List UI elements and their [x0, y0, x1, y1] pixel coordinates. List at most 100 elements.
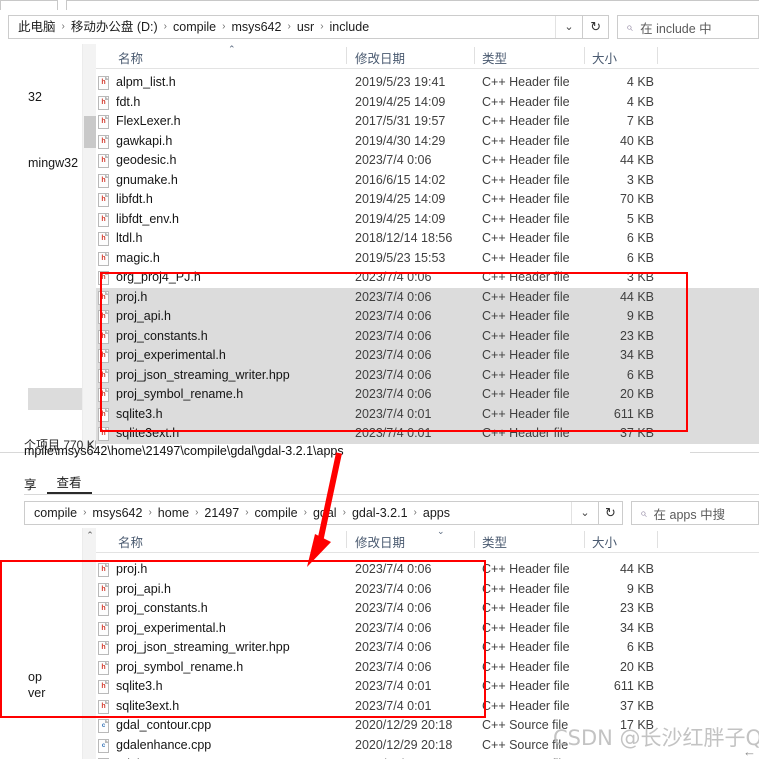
column-divider[interactable] [474, 47, 475, 64]
file-name: sqlite3ext.h [116, 426, 180, 440]
chevron-down-icon[interactable]: ⌄ [571, 502, 598, 524]
table-row[interactable]: h sqlite3.h 2023/7/4 0:01 C++ Header file 61… [96, 404, 759, 424]
file-type: C++ Header file [482, 620, 570, 635]
nav-scrollbar-thumb[interactable] [84, 116, 96, 148]
file-name: ltdl.h [116, 231, 143, 245]
file-type: C++ Header file [482, 309, 570, 323]
file-modified-date: 2023/7/4 0:06 [355, 328, 432, 343]
column-header-name[interactable]: 名称 [118, 532, 143, 551]
file-size: 6 KB [626, 250, 654, 265]
table-row[interactable]: h gawkapi.h 2019/4/30 14:29 C++ Header file… [96, 132, 759, 152]
table-row[interactable]: h proj_symbol_rename.h 2023/7/4 0:06 C++ He… [96, 385, 759, 405]
table-row[interactable]: h libfdt_env.h 2019/4/25 14:09 C++ Header f… [96, 210, 759, 230]
column-divider[interactable] [474, 531, 475, 548]
column-header-date[interactable]: 修改日期 [355, 532, 405, 551]
column-header-type[interactable]: 类型 [482, 532, 507, 551]
table-row[interactable]: h FlexLexer.h 2017/5/31 19:57 C++ Header fi… [96, 112, 759, 132]
breadcrumb-item-7[interactable]: apps [422, 502, 451, 524]
nav-fragment-0[interactable]: 32 [28, 90, 42, 104]
breadcrumb-item-1[interactable]: msys642 [91, 502, 143, 524]
nav-fragment-1[interactable]: ver [28, 686, 45, 700]
nav-fragment-1[interactable]: mingw32 [28, 156, 78, 170]
chevron-up-icon[interactable]: ⌃ [83, 528, 97, 542]
table-row[interactable]: h proj.h 2023/7/4 0:06 C++ Header file 44 KB [96, 287, 759, 307]
table-row[interactable]: h proj_experimental.h 2023/7/4 0:06 C++ Hea… [96, 619, 759, 639]
file-type: C++ Header file [482, 192, 570, 206]
table-row[interactable]: h proj_symbol_rename.h 2023/7/4 0:06 C++ He… [96, 658, 759, 678]
table-row[interactable]: h alpm_list.h 2019/5/23 19:41 C++ Header fi… [96, 73, 759, 93]
column-divider[interactable] [346, 531, 347, 548]
table-row[interactable]: h gnumake.h 2016/6/15 14:02 C++ Header file… [96, 171, 759, 191]
header-file-icon: h [98, 232, 109, 246]
table-row[interactable]: h ltdl.h 2018/12/14 18:56 C++ Header file 6 … [96, 229, 759, 249]
table-row[interactable]: h geodesic.h 2023/7/4 0:06 C++ Header file 4… [96, 151, 759, 171]
file-size: 6 KB [626, 640, 654, 654]
column-divider[interactable] [346, 47, 347, 64]
table-row[interactable]: h proj_constants.h 2023/7/4 0:06 C++ Header… [96, 326, 759, 346]
file-type: C++ Header file [482, 270, 570, 284]
breadcrumb-item-5[interactable]: include [329, 16, 371, 38]
column-divider[interactable] [584, 531, 585, 548]
column-header-date[interactable]: 修改日期 [355, 48, 405, 67]
breadcrumb-item-0[interactable]: 此电脑 [17, 16, 57, 38]
nav-scrollbar-top[interactable]: ⌄ [82, 44, 97, 448]
column-header-size[interactable]: 大小 [592, 532, 617, 551]
table-row[interactable]: h proj_api.h 2023/7/4 0:06 C++ Header file 9… [96, 580, 759, 600]
breadcrumb-item-2[interactable]: compile [172, 16, 217, 38]
breadcrumb-top[interactable]: 此电脑 › 移动办公盘 (D:) › compile › msys642 › u… [8, 15, 583, 39]
breadcrumb-bottom[interactable]: compile › msys642 › home › 21497 › compi… [24, 501, 599, 525]
table-row[interactable]: h fdt.h 2019/4/25 14:09 C++ Header file 4 KB [96, 93, 759, 113]
header-file-icon: h [98, 368, 109, 383]
column-divider[interactable] [657, 531, 658, 548]
breadcrumb-item-5[interactable]: gdal [312, 502, 338, 524]
breadcrumb-item-3[interactable]: msys642 [230, 16, 282, 38]
table-row[interactable]: h proj_experimental.h 2023/7/4 0:06 C++ Hea… [96, 346, 759, 366]
nav-scrollbar-bottom[interactable]: ⌃ [82, 528, 97, 759]
search-icon: ⌕ [639, 505, 647, 520]
breadcrumb-item-4[interactable]: compile [254, 502, 299, 524]
table-row[interactable]: cgdal.cpp2020/12/29 20:18C++ Source file… [96, 755, 759, 759]
breadcrumb-separator: › [148, 507, 152, 518]
breadcrumb-item-0[interactable]: compile [33, 502, 78, 524]
refresh-icon[interactable]: ↻ [583, 15, 610, 39]
table-row[interactable]: h sqlite3ext.h 2023/7/4 0:01 C++ Header fil… [96, 424, 759, 444]
column-divider[interactable] [584, 47, 585, 64]
table-row[interactable]: h sqlite3.h 2023/7/4 0:01 C++ Header file 61… [96, 677, 759, 697]
ribbon-underline [24, 494, 759, 495]
table-row[interactable]: h proj_json_streaming_writer.hpp 2023/7/4 … [96, 638, 759, 658]
table-row[interactable]: h proj.h 2023/7/4 0:06 C++ Header file 44 KB [96, 560, 759, 580]
table-row[interactable]: h proj_constants.h 2023/7/4 0:06 C++ Header… [96, 599, 759, 619]
search-input-top[interactable]: ⌕ 在 include 中 [617, 15, 759, 39]
file-modified-date: 2023/7/4 0:01 [355, 406, 432, 421]
table-row[interactable]: h proj_api.h 2023/7/4 0:06 C++ Header file 9… [96, 307, 759, 327]
table-row[interactable]: h magic.h 2019/5/23 15:53 C++ Header file 6 … [96, 249, 759, 269]
file-name: gdalenhance.cpp [116, 737, 212, 752]
file-modified-date: 2023/7/4 0:06 [355, 270, 432, 284]
column-divider[interactable] [657, 47, 658, 64]
scroll-left-arrow-icon[interactable]: ← [743, 744, 756, 759]
breadcrumb-separator: › [320, 21, 324, 32]
file-type: C++ Header file [482, 250, 570, 265]
column-header-name[interactable]: 名称 [118, 48, 143, 67]
tab-view[interactable]: 查看 [46, 474, 92, 494]
breadcrumb-item-1[interactable]: 移动办公盘 (D:) [70, 16, 159, 38]
tab-share[interactable]: 享 [24, 476, 47, 494]
breadcrumb-item-2[interactable]: home [157, 502, 190, 524]
breadcrumb-item-6[interactable]: gdal-3.2.1 [351, 502, 409, 524]
table-row[interactable]: h sqlite3ext.h 2023/7/4 0:01 C++ Header fil… [96, 697, 759, 717]
address-bar-bottom: compile › msys642 › home › 21497 › compi… [24, 498, 759, 528]
breadcrumb-item-3[interactable]: 21497 [203, 502, 240, 524]
chevron-down-icon[interactable]: ⌄ [555, 16, 582, 38]
file-type: C++ Header file [482, 659, 570, 674]
table-row[interactable]: h org_proj4_PJ.h 2023/7/4 0:06 C++ Header f… [96, 268, 759, 288]
refresh-icon[interactable]: ↻ [599, 501, 623, 525]
table-row[interactable]: h libfdt.h 2019/4/25 14:09 C++ Header file 7… [96, 190, 759, 210]
column-header-size[interactable]: 大小 [592, 48, 617, 67]
table-row[interactable]: h proj_json_streaming_writer.hpp 2023/7/4 … [96, 365, 759, 385]
column-header-type[interactable]: 类型 [482, 48, 507, 67]
file-name: gdal_contour.cpp [116, 718, 212, 732]
nav-fragment-0[interactable]: op [28, 670, 42, 684]
breadcrumb-item-4[interactable]: usr [296, 16, 315, 38]
header-file-icon: h [98, 621, 109, 636]
search-input-bottom[interactable]: ⌕ 在 apps 中搜 [630, 501, 759, 525]
